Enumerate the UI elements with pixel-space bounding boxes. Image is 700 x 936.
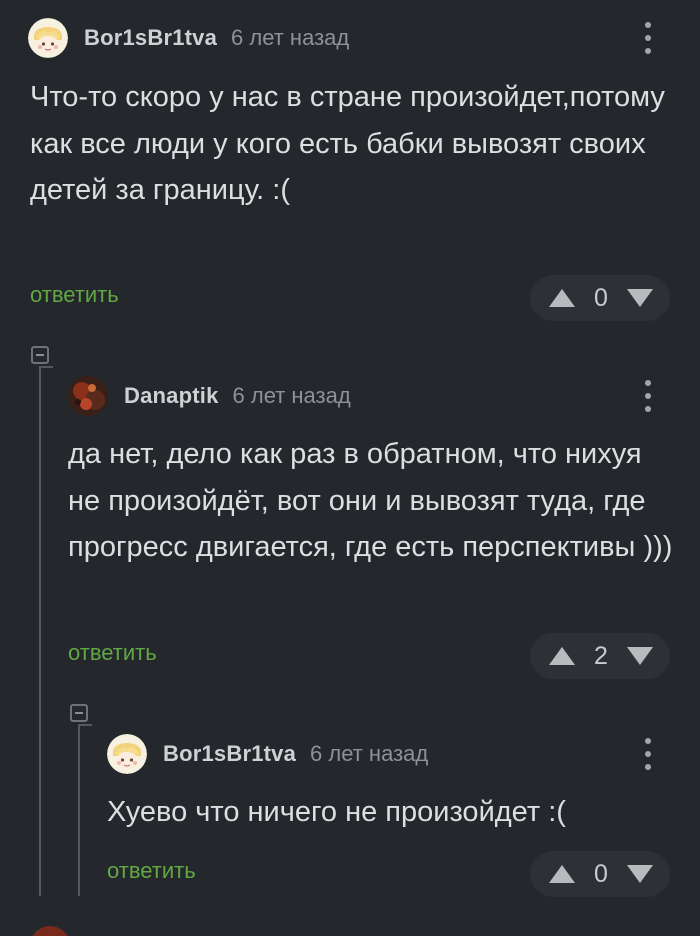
timestamp[interactable]: 6 лет назад [310, 741, 428, 767]
thread-line-level-1[interactable] [39, 368, 41, 896]
avatar[interactable] [28, 18, 68, 58]
downvote-arrow-icon[interactable] [626, 646, 654, 666]
comment-text: Что-то скоро у нас в стране произойдет,п… [30, 81, 665, 206]
more-options-icon[interactable] [636, 736, 660, 772]
timestamp[interactable]: 6 лет назад [231, 25, 349, 51]
rating-control: 0 [530, 851, 670, 897]
upvote-arrow-icon[interactable] [548, 288, 576, 308]
more-options-icon[interactable] [636, 378, 660, 414]
thread-connector-level-2 [78, 724, 92, 726]
reply-button[interactable]: ответить [107, 858, 196, 884]
rating-control: 0 [530, 275, 670, 321]
collapse-branch-button[interactable] [31, 346, 49, 364]
thread-connector-level-1 [39, 366, 53, 368]
comment-header: Bor1sBr1tva 6 лет назад [28, 18, 349, 58]
reply-button[interactable]: ответить [30, 282, 119, 308]
comment-text: Хуево что ничего не произойдет :( [107, 796, 566, 828]
avatar[interactable] [68, 376, 108, 416]
avatar[interactable] [30, 926, 70, 936]
rating-control: 2 [530, 633, 670, 679]
upvote-arrow-icon[interactable] [548, 864, 576, 884]
rating-count: 0 [594, 859, 608, 888]
username[interactable]: Danaptik [124, 383, 219, 409]
dark-red-avatar-icon [68, 376, 108, 416]
chibi-avatar-icon [107, 734, 147, 774]
username[interactable]: Bor1sBr1tva [84, 25, 217, 51]
upvote-arrow-icon[interactable] [548, 646, 576, 666]
comment-header: Danaptik 6 лет назад [68, 376, 351, 416]
thread-line-level-2[interactable] [78, 726, 80, 896]
rating-count: 2 [594, 641, 608, 670]
reply-button[interactable]: ответить [68, 640, 157, 666]
downvote-arrow-icon[interactable] [626, 288, 654, 308]
comment-header: Bor1sBr1tva 6 лет назад [107, 734, 428, 774]
comments-thread: Bor1sBr1tva 6 лет назад Что-то скоро у н… [0, 0, 700, 936]
timestamp[interactable]: 6 лет назад [233, 383, 351, 409]
username[interactable]: Bor1sBr1tva [163, 741, 296, 767]
collapse-branch-button[interactable] [70, 704, 88, 722]
downvote-arrow-icon[interactable] [626, 864, 654, 884]
more-options-icon[interactable] [636, 20, 660, 56]
rating-count: 0 [594, 283, 608, 312]
avatar[interactable] [107, 734, 147, 774]
comment-text: да нет, дело как раз в обратном, что них… [68, 438, 673, 563]
chibi-avatar-icon [28, 18, 68, 58]
